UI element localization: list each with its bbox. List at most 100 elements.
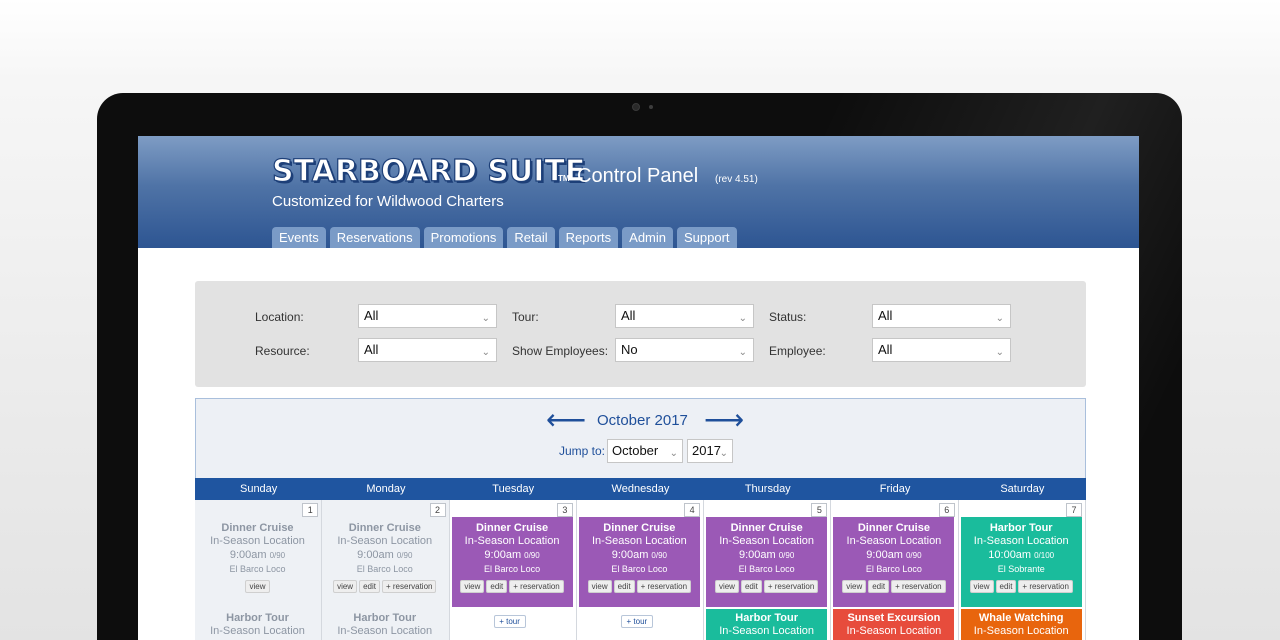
chevron-down-icon: ⌄ bbox=[669, 448, 678, 459]
event-card[interactable]: Harbor Tour In-Season Location bbox=[324, 609, 445, 640]
view-button[interactable]: view bbox=[714, 580, 739, 593]
event-location: In-Season Location bbox=[846, 535, 942, 547]
event-card[interactable]: Whale Watching In-Season Location bbox=[960, 609, 1082, 640]
weekday-sunday: Sunday bbox=[239, 483, 278, 495]
view-button[interactable]: view bbox=[460, 580, 485, 593]
event-actions: view edit + reservation bbox=[833, 580, 954, 593]
event-location: In-Season Location bbox=[337, 535, 433, 547]
view-button[interactable]: view bbox=[969, 580, 994, 593]
tour-select[interactable]: All ⌄ bbox=[615, 304, 754, 328]
day-number[interactable]: 5 bbox=[811, 503, 828, 517]
event-boat: El Barco Loco bbox=[484, 564, 541, 574]
event-location: In-Season Location bbox=[719, 625, 815, 637]
event-time: 9:00am bbox=[866, 549, 903, 561]
event-card[interactable]: Sunset Excursion In-Season Location bbox=[833, 609, 955, 640]
event-card[interactable]: Dinner Cruise In-Season Location 9:00am 0/9… bbox=[706, 517, 828, 607]
day-number[interactable]: 7 bbox=[1065, 503, 1082, 517]
edit-button[interactable]: edit bbox=[740, 580, 762, 593]
chevron-down-icon: ⌄ bbox=[481, 347, 490, 358]
filter-panel: Location: All ⌄ Tour: All ⌄ Status: All … bbox=[195, 281, 1086, 387]
resource-select[interactable]: All ⌄ bbox=[358, 338, 497, 362]
view-button[interactable]: view bbox=[587, 580, 612, 593]
event-location: In-Season Location bbox=[210, 535, 305, 547]
day-number[interactable]: 3 bbox=[556, 503, 573, 517]
show-employees-select[interactable]: No ⌄ bbox=[615, 338, 754, 362]
day-number[interactable]: 1 bbox=[302, 503, 319, 517]
event-card[interactable]: Dinner Cruise In-Season Location 9:00am 0/9… bbox=[833, 517, 955, 607]
add-tour-button[interactable]: + tour bbox=[620, 615, 653, 628]
app-screen: STARBOARD SUITE TM Control Panel (rev 4.… bbox=[138, 136, 1139, 640]
event-card[interactable]: Dinner Cruise In-Season Location 9:00am 0/9… bbox=[324, 517, 446, 609]
add-reservation-button[interactable]: + reservation bbox=[763, 580, 819, 593]
event-boat: El Barco Loco bbox=[611, 564, 668, 574]
event-location: In-Season Location bbox=[210, 625, 305, 637]
edit-button[interactable]: edit bbox=[995, 580, 1017, 593]
day-cell: 6 Dinner Cruise In-Season Location 9:00am 0/… bbox=[831, 500, 959, 640]
main-nav: Events Reservations Promotions Retail Re… bbox=[272, 227, 737, 248]
jump-month-select[interactable]: October ⌄ bbox=[607, 439, 683, 463]
event-location: In-Season Location bbox=[337, 625, 433, 637]
event-card[interactable]: Harbor Tour In-Season Location bbox=[706, 609, 828, 640]
view-button[interactable]: view bbox=[842, 580, 867, 593]
day-number[interactable]: 6 bbox=[938, 503, 955, 517]
show-employees-select-value: No bbox=[621, 342, 638, 357]
next-month-arrow-icon[interactable]: ⟶ bbox=[704, 403, 744, 436]
add-tour-button[interactable]: + tour bbox=[493, 615, 526, 628]
day-cell: 7 Harbor Tour In-Season Location 10:00am 0/1… bbox=[958, 500, 1086, 640]
event-card[interactable]: Harbor Tour In-Season Location 10:00am 0/10… bbox=[960, 517, 1082, 607]
event-title: Sunset Excursion bbox=[847, 612, 941, 624]
app-header: STARBOARD SUITE TM Control Panel (rev 4.… bbox=[138, 136, 1139, 248]
day-cell: 2 Dinner Cruise In-Season Location 9:00am 0/… bbox=[322, 500, 450, 640]
event-boat: El Barco Loco bbox=[356, 564, 413, 574]
employee-select[interactable]: All ⌄ bbox=[872, 338, 1011, 362]
add-reservation-button[interactable]: + reservation bbox=[636, 580, 692, 593]
day-number[interactable]: 4 bbox=[684, 503, 701, 517]
tab-promotions[interactable]: Promotions bbox=[423, 227, 504, 248]
edit-button[interactable]: edit bbox=[613, 580, 635, 593]
event-time: 10:00am bbox=[988, 549, 1032, 561]
event-actions: view edit + reservation bbox=[452, 580, 573, 593]
edit-button[interactable]: edit bbox=[486, 580, 508, 593]
weekday-wednesday: Wednesday bbox=[611, 483, 670, 495]
weekday-thursday: Thursday bbox=[744, 483, 791, 495]
event-time-row: 9:00am 0/90 bbox=[324, 549, 445, 561]
prev-month-arrow-icon[interactable]: ⟵ bbox=[546, 403, 586, 436]
add-reservation-button[interactable]: + reservation bbox=[891, 580, 946, 593]
event-card[interactable]: Dinner Cruise In-Season Location 9:00am 0/9… bbox=[197, 517, 318, 609]
tour-label: Tour: bbox=[512, 310, 539, 324]
status-select[interactable]: All ⌄ bbox=[872, 304, 1011, 328]
day-cell: 5 Dinner Cruise In-Season Location 9:00am 0/… bbox=[704, 500, 832, 640]
location-select[interactable]: All ⌄ bbox=[358, 304, 497, 328]
add-reservation-button[interactable]: + reservation bbox=[509, 580, 564, 593]
tab-reservations[interactable]: Reservations bbox=[329, 227, 420, 248]
add-reservation-button[interactable]: + reservation bbox=[382, 580, 437, 593]
event-title: Harbor Tour bbox=[353, 612, 417, 624]
event-location: In-Season Location bbox=[591, 535, 687, 547]
customer-subtitle: Customized for Wildwood Charters bbox=[272, 193, 504, 210]
event-card[interactable]: Dinner Cruise In-Season Location 9:00am 0/9… bbox=[451, 517, 573, 607]
month-title: October 2017 bbox=[597, 412, 688, 429]
add-reservation-button[interactable]: + reservation bbox=[1018, 580, 1073, 593]
event-location: In-Season Location bbox=[719, 535, 815, 547]
tab-support[interactable]: Support bbox=[677, 227, 737, 248]
weekday-tuesday: Tuesday bbox=[492, 483, 535, 495]
view-button[interactable]: view bbox=[245, 580, 270, 593]
edit-button[interactable]: edit bbox=[868, 580, 890, 593]
tab-reports[interactable]: Reports bbox=[558, 227, 619, 248]
event-card[interactable]: Dinner Cruise In-Season Location 9:00am 0/9… bbox=[578, 517, 700, 607]
day-number[interactable]: 2 bbox=[429, 503, 446, 517]
event-capacity: 0/90 bbox=[905, 551, 922, 560]
jump-year-select[interactable]: 2017 ⌄ bbox=[687, 439, 733, 463]
chevron-down-icon: ⌄ bbox=[738, 313, 747, 324]
day-cell: 3 Dinner Cruise In-Season Location 9:00am 0/… bbox=[449, 500, 577, 640]
tab-events[interactable]: Events bbox=[272, 227, 326, 248]
chevron-down-icon: ⌄ bbox=[738, 347, 747, 358]
event-card[interactable]: Harbor Tour In-Season Location bbox=[197, 609, 318, 640]
event-time: 9:00am bbox=[739, 549, 776, 561]
tab-admin[interactable]: Admin bbox=[622, 227, 674, 248]
employee-select-value: All bbox=[878, 342, 893, 357]
tab-retail[interactable]: Retail bbox=[507, 227, 555, 248]
edit-button[interactable]: edit bbox=[359, 580, 380, 593]
event-boat: El Sobrante bbox=[997, 564, 1045, 574]
view-button[interactable]: view bbox=[333, 580, 358, 593]
